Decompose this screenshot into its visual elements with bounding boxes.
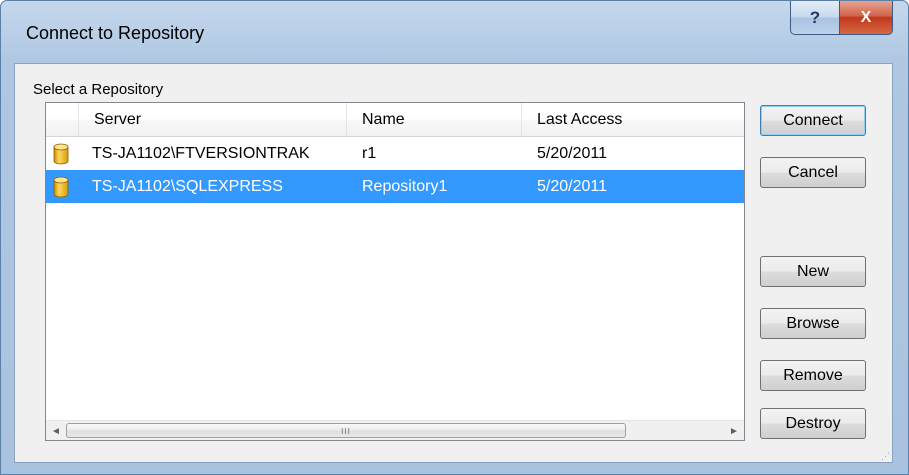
horizontal-scrollbar[interactable]: ◄ III ► [46, 420, 744, 440]
database-icon [53, 143, 69, 165]
column-header-icon[interactable] [46, 103, 79, 136]
browse-button[interactable]: Browse [760, 308, 866, 339]
cell-last-access: 5/20/2011 [537, 178, 607, 195]
column-header-server[interactable]: Server [79, 103, 347, 136]
select-repository-label: Select a Repository [33, 81, 164, 98]
scrollbar-thumb[interactable]: III [66, 423, 626, 438]
repository-list[interactable]: Server Name Last Access TS-JA1102\FTVERS… [45, 102, 745, 441]
column-header-last-access[interactable]: Last Access [522, 103, 744, 136]
close-icon: X [860, 8, 872, 26]
new-button[interactable]: New [760, 256, 866, 287]
scroll-right-arrow-icon[interactable]: ► [726, 423, 742, 439]
resize-grip-icon[interactable]: ⋰ [881, 452, 890, 461]
help-button[interactable]: ? [790, 1, 840, 35]
cancel-button[interactable]: Cancel [760, 157, 866, 188]
connect-button[interactable]: Connect [760, 105, 866, 136]
scroll-left-arrow-icon[interactable]: ◄ [48, 423, 64, 439]
window-title: Connect to Repository [26, 23, 205, 43]
cell-name: Repository1 [362, 178, 448, 195]
close-button[interactable]: X [839, 1, 893, 35]
database-icon [53, 176, 69, 198]
help-icon: ? [809, 7, 821, 27]
column-header-name[interactable]: Name [347, 103, 522, 136]
dialog-window: Connect to Repository ? X Select a Repos… [0, 0, 909, 475]
cell-server: TS-JA1102\SQLEXPRESS [92, 178, 283, 195]
table-row[interactable]: TS-JA1102\FTVERSIONTRAK r1 5/20/2011 [46, 137, 744, 170]
remove-button[interactable]: Remove [760, 360, 866, 391]
scrollbar-grip-icon: III [341, 427, 351, 436]
cell-server: TS-JA1102\FTVERSIONTRAK [92, 145, 310, 162]
table-row-selected[interactable]: TS-JA1102\SQLEXPRESS Repository1 5/20/20… [46, 170, 744, 203]
dialog-client-area: Select a Repository Server Name Last Acc… [14, 63, 893, 463]
list-header: Server Name Last Access [46, 103, 744, 137]
title-bar[interactable]: Connect to Repository ? X [1, 1, 908, 63]
cell-last-access: 5/20/2011 [537, 145, 607, 162]
cell-name: r1 [362, 145, 377, 162]
destroy-button[interactable]: Destroy [760, 408, 866, 439]
